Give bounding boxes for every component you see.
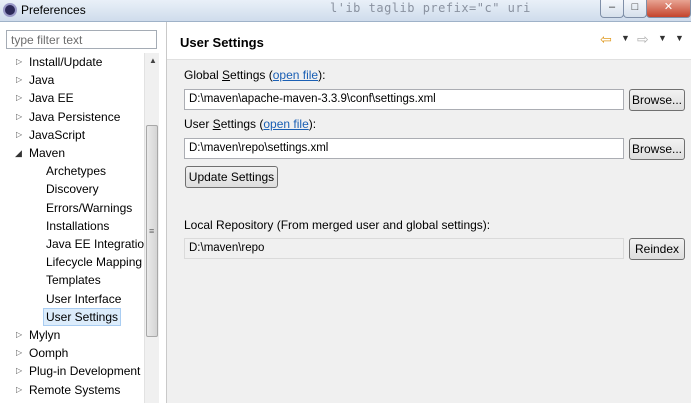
update-settings-button[interactable]: Update Settings: [185, 166, 278, 188]
tree-item[interactable]: ▷ JavaScript: [0, 126, 144, 144]
tree-item-label: Java: [29, 73, 55, 88]
tree-item-label: Remote Systems: [29, 382, 121, 397]
tree-item-label: Java EE Integration: [46, 237, 144, 251]
tree-item[interactable]: ▷ Java Persistence: [0, 108, 144, 126]
user-settings-field[interactable]: D:\maven\repo\settings.xml: [184, 138, 624, 159]
page-title: User Settings: [180, 35, 264, 50]
collapsed-arrow-icon[interactable]: ▷: [16, 326, 22, 344]
maximize-button[interactable]: □: [623, 0, 647, 18]
collapsed-arrow-icon[interactable]: ▷: [16, 344, 22, 362]
tree-item[interactable]: ▷ Java: [0, 71, 144, 89]
user-settings-label: User Settings (open file):: [184, 117, 316, 131]
user-settings-label-prefix: User: [184, 117, 213, 131]
tree-item[interactable]: ▷ Remote Systems: [0, 381, 144, 399]
back-arrow-icon[interactable]: ⇦: [600, 31, 612, 48]
tree-item-label: User Settings: [43, 307, 122, 326]
global-settings-label: Global Settings (open file):: [184, 68, 325, 82]
user-settings-label-suffix: ):: [308, 117, 317, 131]
forward-menu-chevron-icon[interactable]: ▼: [658, 33, 667, 43]
tree-item-label: Templates: [46, 273, 101, 288]
tree-item-label: Plug-in Development: [29, 364, 141, 379]
forward-arrow-icon[interactable]: ⇨: [637, 31, 649, 48]
tree-item-label: Java EE: [29, 91, 74, 106]
tree-item-label: Lifecycle Mapping: [46, 255, 143, 270]
tree-item-label: JavaScript: [29, 127, 86, 142]
scroll-thumb[interactable]: ≡: [146, 125, 158, 337]
scroll-grip-icon: ≡: [149, 226, 155, 236]
collapsed-arrow-icon[interactable]: ▷: [16, 362, 22, 380]
tree-item-label: Archetypes: [46, 164, 107, 179]
tree-item[interactable]: Discovery: [0, 180, 144, 198]
tree-item[interactable]: Templates: [0, 271, 144, 289]
tree-item[interactable]: ▷ Java EE: [0, 89, 144, 107]
tree-item[interactable]: ◢ Maven: [0, 144, 144, 162]
tree-item-label: Maven: [29, 146, 66, 160]
title-bar: Preferences l'ib taglib prefix="c" uri –…: [0, 0, 691, 22]
collapsed-arrow-icon[interactable]: ▷: [16, 71, 22, 89]
tree-item[interactable]: ▷ Oomph: [0, 344, 144, 362]
tree-scrollbar[interactable]: ▲ ≡: [144, 53, 159, 403]
tree-item-label: Java Persistence: [29, 109, 121, 124]
back-menu-chevron-icon[interactable]: ▼: [621, 33, 630, 43]
scroll-up-icon[interactable]: ▲: [149, 56, 157, 65]
tree-item[interactable]: ▷ Install/Update: [0, 53, 144, 71]
tree-item[interactable]: Lifecycle Mapping: [0, 253, 144, 271]
tree-item[interactable]: Installations: [0, 217, 144, 235]
tree-item-label: Errors/Warnings: [46, 200, 133, 215]
minimize-button[interactable]: –: [600, 0, 624, 18]
local-repository-field: D:\maven\repo: [184, 238, 624, 259]
window-title: Preferences: [21, 3, 86, 17]
tree-item-label: Discovery: [46, 182, 99, 197]
global-settings-open-file-link[interactable]: open file: [273, 68, 318, 82]
global-browse-button[interactable]: Browse...: [629, 89, 685, 111]
global-settings-label-suffix: ):: [318, 68, 326, 82]
global-settings-label-prefix: Global: [184, 68, 223, 82]
filter-input[interactable]: [6, 30, 157, 49]
tree-item[interactable]: Java EE Integration: [0, 235, 144, 253]
expanded-arrow-icon[interactable]: ◢: [15, 144, 22, 162]
background-editor-text: l'ib taglib prefix="c" uri: [330, 1, 531, 15]
collapsed-arrow-icon[interactable]: ▷: [16, 108, 22, 126]
tree-item-label: Mylyn: [29, 328, 61, 342]
collapsed-arrow-icon[interactable]: ▷: [16, 89, 22, 107]
user-browse-button[interactable]: Browse...: [629, 138, 685, 160]
tree-item[interactable]: ▷ Plug-in Development: [0, 362, 144, 380]
tree-item[interactable]: ▷ Mylyn: [0, 326, 144, 344]
global-settings-label-rest: ettings (: [230, 68, 273, 82]
view-menu-icon[interactable]: ▼: [675, 33, 684, 43]
tree-item-label: Install/Update: [29, 55, 103, 69]
local-repository-label: Local Repository (From merged user and g…: [184, 218, 491, 232]
collapsed-arrow-icon[interactable]: ▷: [16, 53, 22, 71]
close-button[interactable]: ✕: [646, 0, 691, 18]
global-settings-label-accel: S: [222, 68, 231, 82]
user-settings-label-rest: ettings (: [220, 117, 264, 131]
tree-item[interactable]: User Settings: [0, 307, 144, 326]
user-settings-open-file-link[interactable]: open file: [263, 117, 308, 131]
tree-item[interactable]: Errors/Warnings: [0, 199, 144, 217]
reindex-button[interactable]: Reindex: [629, 238, 685, 260]
user-settings-label-accel: S: [212, 117, 221, 131]
tree-item-label: Installations: [46, 218, 110, 233]
tree-item-label: Oomph: [29, 346, 69, 361]
tree-item[interactable]: Archetypes: [0, 162, 144, 180]
tree-item[interactable]: User Interface: [0, 290, 144, 308]
collapsed-arrow-icon[interactable]: ▷: [16, 126, 22, 144]
preference-tree: ▷ Install/Update ▷ Java ▷ Java EE ▷ Java Persis…: [0, 53, 144, 403]
eclipse-icon: [3, 3, 17, 17]
tree-item-label: User Interface: [46, 291, 122, 306]
collapsed-arrow-icon[interactable]: ▷: [16, 381, 22, 399]
global-settings-field[interactable]: D:\maven\apache-maven-3.3.9\conf\setting…: [184, 89, 624, 110]
